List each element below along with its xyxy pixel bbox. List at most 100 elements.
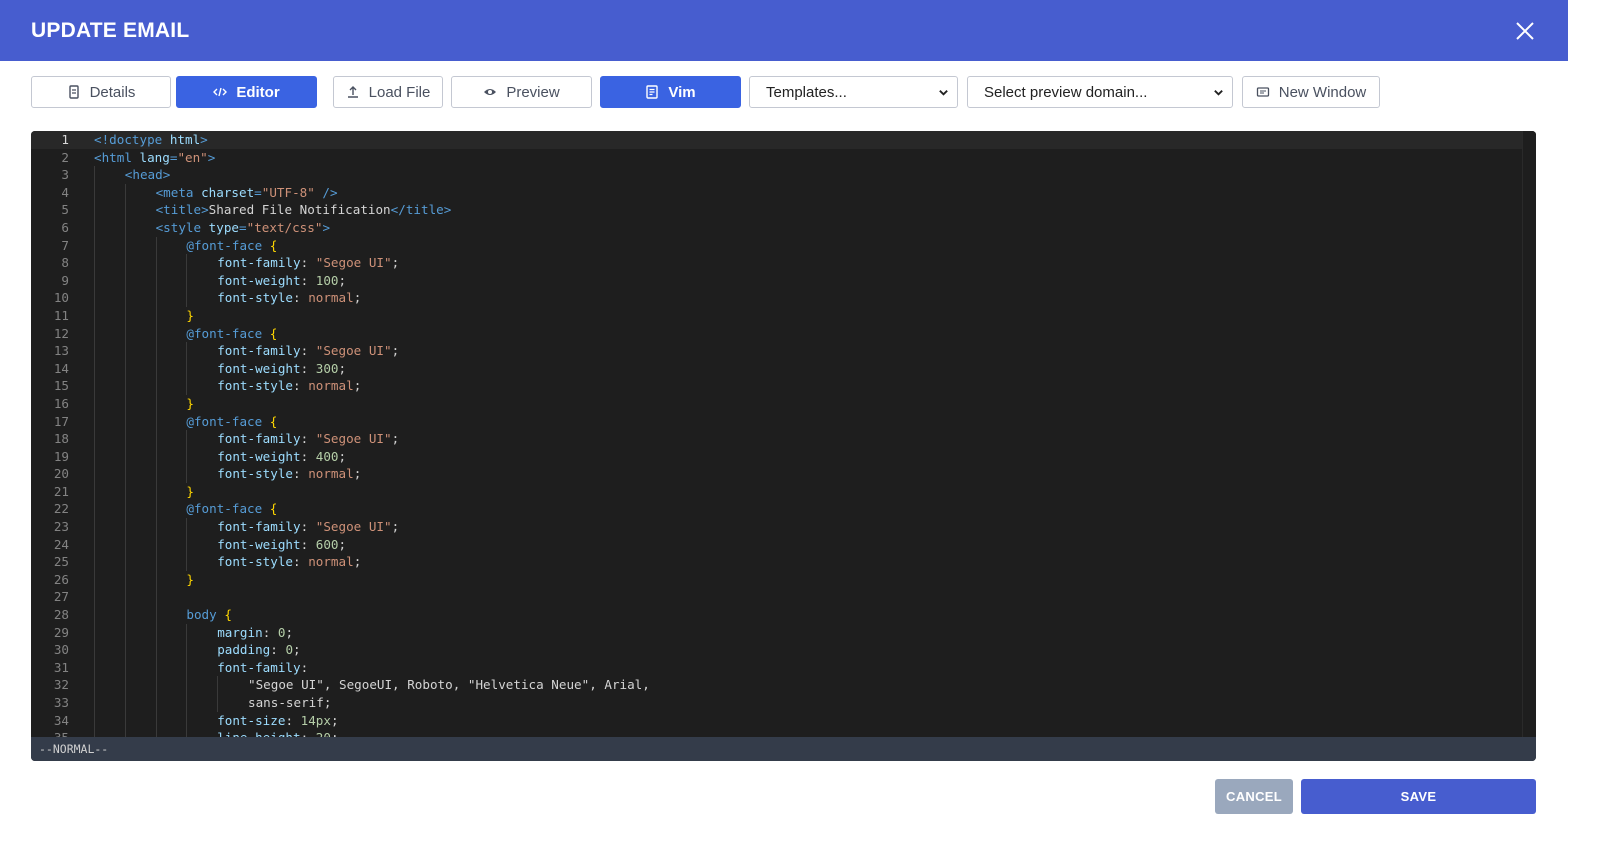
indent-guide: [94, 729, 95, 737]
indent-guide: [155, 535, 157, 554]
code-text: @font-face {: [186, 413, 278, 429]
close-icon[interactable]: [1513, 19, 1537, 43]
save-button[interactable]: SAVE: [1301, 779, 1536, 814]
code-line[interactable]: 30 padding: 0;: [31, 641, 1536, 659]
indent-guide: [124, 729, 126, 737]
code-line[interactable]: 14 font-weight: 300;: [31, 359, 1536, 378]
code-line[interactable]: 4 <meta charset="UTF-8" />: [31, 183, 1536, 202]
indent-guide: [94, 482, 95, 501]
code-text: }: [186, 483, 194, 499]
indent-guide: [94, 535, 95, 554]
new-window-button[interactable]: New Window: [1242, 76, 1380, 108]
indent-guide: [124, 588, 126, 607]
editor-button[interactable]: Editor: [176, 76, 317, 108]
line-number: 11: [53, 307, 69, 323]
preview-button[interactable]: Preview: [451, 76, 592, 108]
code-line[interactable]: 27: [31, 588, 1536, 607]
cancel-button[interactable]: CANCEL: [1215, 779, 1293, 814]
code-line[interactable]: 9 font-weight: 100;: [31, 271, 1536, 290]
indent-guide: [124, 430, 126, 448]
code-line[interactable]: 12 @font-face {: [31, 324, 1536, 343]
code-text: padding: 0;: [217, 642, 301, 658]
line-number: 26: [53, 571, 69, 587]
templates-select[interactable]: Templates...: [749, 76, 958, 108]
code-line[interactable]: 24 font-weight: 600;: [31, 535, 1536, 554]
code-line[interactable]: 1 <!doctype html>: [31, 131, 1536, 149]
code-text: font-style: normal;: [217, 554, 362, 570]
code-line[interactable]: 5 <title>Shared File Notification</title>: [31, 201, 1536, 219]
indent-guide: [186, 254, 188, 272]
code-line[interactable]: 19 font-weight: 400;: [31, 447, 1536, 466]
indent-guide: [186, 676, 188, 694]
preview-domain-value: Select preview domain...: [984, 83, 1148, 101]
code-line[interactable]: 23 font-family: "Segoe UI";: [31, 518, 1536, 536]
indent-guide: [155, 553, 157, 571]
indent-guide: [124, 570, 126, 589]
code-line[interactable]: 21}: [31, 482, 1536, 501]
indent-guide: [124, 359, 126, 378]
load-file-button[interactable]: Load File: [333, 76, 443, 108]
editor-scrollbar[interactable]: [1522, 131, 1536, 737]
line-number: 2: [61, 149, 69, 165]
code-line[interactable]: 3 <head>: [31, 166, 1536, 184]
indent-guide: [94, 271, 95, 290]
code-line[interactable]: 6 <style type="text/css">: [31, 218, 1536, 237]
preview-label: Preview: [506, 83, 560, 101]
indent-guide: [94, 359, 95, 378]
code-text: font-style: normal;: [217, 378, 362, 394]
code-text: @font-face {: [186, 325, 278, 341]
code-area[interactable]: 1 <!doctype html> 2 <html lang="en"> 3 <head>…: [31, 131, 1536, 737]
code-text: <html lang="en">: [94, 149, 216, 165]
dialog-title: UPDATE EMAIL: [31, 18, 190, 42]
code-line[interactable]: 31 font-family:: [31, 658, 1536, 677]
code-line[interactable]: 20 font-style: normal;: [31, 465, 1536, 483]
details-button[interactable]: Details: [31, 76, 171, 108]
indent-guide: [124, 623, 126, 642]
indent-guide: [155, 729, 157, 737]
line-number: 23: [53, 519, 69, 535]
code-line[interactable]: 7 @font-face {: [31, 236, 1536, 255]
line-number: 22: [53, 501, 69, 517]
templates-select-value: Templates...: [766, 83, 847, 101]
code-line[interactable]: 22 @font-face {: [31, 500, 1536, 519]
indent-guide: [186, 553, 188, 571]
preview-domain-select[interactable]: Select preview domain...: [967, 76, 1233, 108]
details-label: Details: [89, 83, 136, 101]
indent-guide: [94, 324, 95, 343]
code-line[interactable]: 15 font-style: normal;: [31, 377, 1536, 395]
line-number: 14: [53, 360, 69, 376]
indent-guide: [124, 694, 126, 712]
line-number: 9: [61, 272, 69, 288]
code-line[interactable]: 17 @font-face {: [31, 412, 1536, 431]
indent-guide: [186, 535, 188, 554]
indent-guide: [124, 306, 126, 325]
code-line[interactable]: 8 font-family: "Segoe UI";: [31, 254, 1536, 272]
indent-guide: [124, 447, 126, 466]
code-line[interactable]: 25 font-style: normal;: [31, 553, 1536, 571]
code-line[interactable]: 2 <html lang="en">: [31, 149, 1536, 167]
code-text: font-weight: 100;: [217, 272, 347, 288]
code-line[interactable]: 29 margin: 0;: [31, 623, 1536, 642]
code-line[interactable]: 32 "Segoe UI", SegoeUI, Roboto, "Helvetic…: [31, 676, 1536, 694]
code-editor[interactable]: 1 <!doctype html> 2 <html lang="en"> 3 <head>…: [31, 131, 1536, 761]
upload-icon: [347, 86, 358, 98]
code-line[interactable]: 18 font-family: "Segoe UI";: [31, 430, 1536, 448]
line-number: 32: [53, 677, 69, 693]
editor-label: Editor: [236, 83, 280, 101]
code-line[interactable]: 35 line-height: 20;: [31, 729, 1536, 737]
code-line[interactable]: 13 font-family: "Segoe UI";: [31, 342, 1536, 360]
indent-guide: [155, 430, 157, 448]
page-scrollbar[interactable]: [1568, 0, 1600, 845]
code-line[interactable]: 33 sans-serif;: [31, 694, 1536, 712]
vim-button[interactable]: Vim: [600, 76, 741, 108]
code-text: font-family: "Segoe UI";: [217, 255, 400, 271]
code-line[interactable]: 26}: [31, 570, 1536, 589]
indent-guide: [155, 306, 157, 325]
code-line[interactable]: 28 body {: [31, 606, 1536, 624]
code-line[interactable]: 34 font-size: 14px;: [31, 711, 1536, 730]
code-line[interactable]: 16}: [31, 394, 1536, 413]
code-text: }: [186, 395, 194, 411]
code-line[interactable]: 11}: [31, 306, 1536, 325]
code-line[interactable]: 10 font-style: normal;: [31, 289, 1536, 307]
indent-guide: [94, 183, 95, 202]
